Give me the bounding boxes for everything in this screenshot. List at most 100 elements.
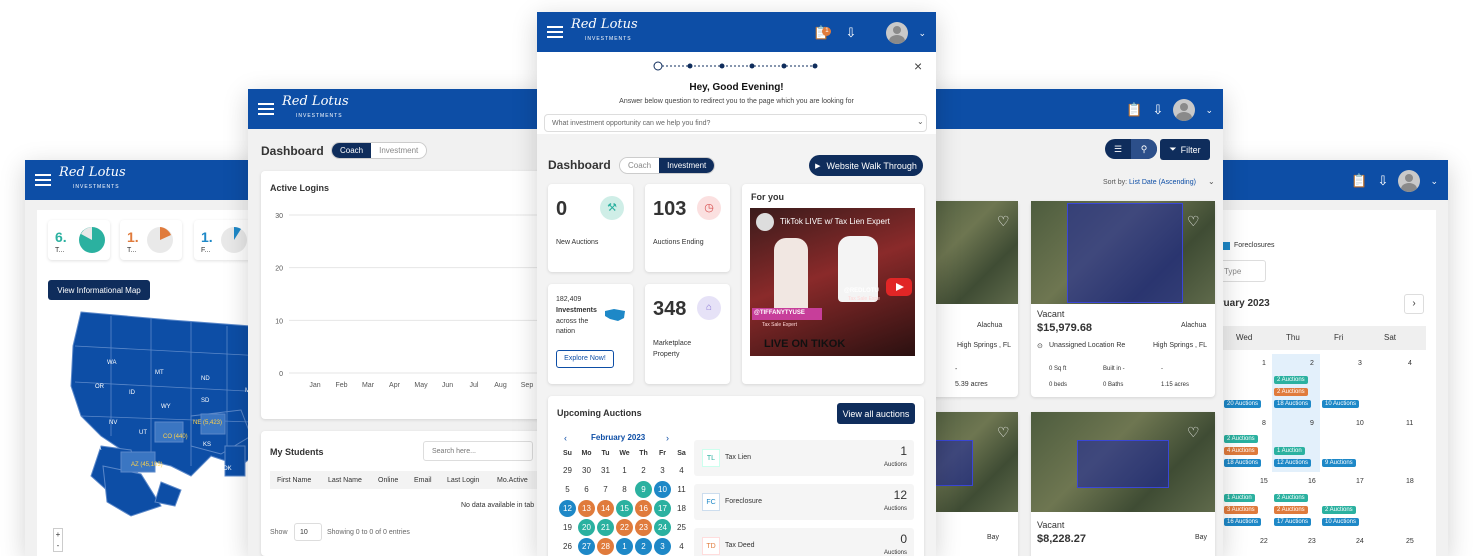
- property-card[interactable]: ♡ Vacant $15,979.68 Alachua ⊙ Unassigned…: [1031, 201, 1215, 397]
- auction-chip[interactable]: 2 Auctions: [1274, 506, 1308, 514]
- property-card[interactable]: ♡ Alachua High Springs , FL - 5.39 acres: [925, 201, 1018, 397]
- column-header[interactable]: First Name: [277, 477, 311, 484]
- calendar-date[interactable]: 24: [1356, 538, 1364, 545]
- list-view-icon[interactable]: ☰: [1105, 139, 1131, 159]
- auction-chip[interactable]: 17 Auctions: [1274, 518, 1312, 526]
- toggle-investment[interactable]: Investment: [371, 143, 427, 158]
- calendar-date[interactable]: 25: [673, 519, 690, 536]
- toggle-coach[interactable]: Coach: [332, 143, 372, 158]
- auction-chip[interactable]: 3 Auctions: [1224, 506, 1258, 514]
- calendar-date[interactable]: 18: [673, 500, 690, 517]
- menu-icon[interactable]: [258, 103, 274, 115]
- state-label[interactable]: OR: [95, 384, 104, 390]
- calendar-date[interactable]: 1: [1262, 360, 1266, 367]
- calendar-date[interactable]: 4: [1408, 360, 1412, 367]
- column-header[interactable]: Mo.Active: [497, 477, 528, 484]
- calendar-date[interactable]: 15: [1260, 478, 1268, 485]
- state-label[interactable]: ND: [201, 376, 210, 382]
- auction-chip[interactable]: 20 Auctions: [1224, 400, 1262, 408]
- property-card[interactable]: ♡ Bay: [925, 412, 1018, 556]
- calendar-date[interactable]: 23: [635, 519, 652, 536]
- page-size-select[interactable]: 10: [294, 523, 322, 541]
- auction-chip[interactable]: 1 Auction: [1224, 494, 1255, 502]
- menu-icon[interactable]: [35, 174, 51, 186]
- next-month-button[interactable]: ›: [666, 433, 669, 443]
- auction-chip[interactable]: 2 Auctions: [1322, 506, 1356, 514]
- calendar-date[interactable]: 12: [559, 500, 576, 517]
- auction-chip[interactable]: 12 Auctions: [1274, 459, 1312, 467]
- calendar-date[interactable]: 16: [635, 500, 652, 517]
- calendar-date[interactable]: 27: [578, 538, 595, 555]
- clipboard-icon[interactable]: 📋: [1351, 173, 1367, 189]
- walkthrough-button[interactable]: ▶ Website Walk Through: [809, 155, 923, 176]
- calendar-date[interactable]: 21: [597, 519, 614, 536]
- calendar-date[interactable]: 17: [654, 500, 671, 517]
- auction-chip[interactable]: 1 Auction: [1274, 447, 1305, 455]
- calendar-date[interactable]: 8: [616, 481, 633, 498]
- toggle-coach[interactable]: Coach: [620, 158, 660, 173]
- state-label[interactable]: UT: [139, 430, 147, 436]
- stat-card-new-auctions[interactable]: 0 ⚒ New Auctions: [548, 184, 633, 272]
- property-card[interactable]: ♡ Vacant $8,228.27 Bay: [1031, 412, 1215, 556]
- heart-icon[interactable]: ♡: [997, 424, 1010, 441]
- state-label[interactable]: SD: [201, 398, 209, 404]
- heart-icon[interactable]: ♡: [1187, 213, 1200, 230]
- column-header[interactable]: Email: [414, 477, 432, 484]
- clipboard-icon[interactable]: 📋: [1126, 102, 1142, 118]
- calendar-date[interactable]: 16: [1308, 478, 1316, 485]
- calendar-date[interactable]: 9: [1310, 420, 1314, 427]
- stat-card-auctions-ending[interactable]: 103 ◷ Auctions Ending: [645, 184, 730, 272]
- calendar-date[interactable]: 11: [673, 481, 690, 498]
- state-label[interactable]: NV: [109, 420, 117, 426]
- calendar-date[interactable]: 5: [559, 481, 576, 498]
- auction-chip[interactable]: 2 Auctions: [1274, 376, 1308, 384]
- calendar-date[interactable]: 1: [616, 462, 633, 479]
- calendar-date[interactable]: 26: [559, 538, 576, 555]
- state-callout-co[interactable]: CO (440): [163, 434, 188, 440]
- state-label[interactable]: CA: [93, 446, 101, 452]
- download-icon[interactable]: ⇩: [1378, 173, 1389, 189]
- calendar-date[interactable]: 18: [1406, 478, 1414, 485]
- column-header[interactable]: Last Login: [447, 477, 479, 484]
- calendar-date[interactable]: 3: [1358, 360, 1362, 367]
- avatar[interactable]: [1173, 99, 1196, 121]
- auction-type-row[interactable]: TD Tax Deed 0 Auctions: [694, 528, 914, 556]
- chevron-down-icon[interactable]: ⌄: [918, 28, 926, 39]
- view-all-auctions-button[interactable]: View all auctions: [837, 403, 915, 424]
- state-label[interactable]: AK: [109, 512, 117, 518]
- state-label[interactable]: WY: [161, 404, 171, 410]
- zoom-in-button[interactable]: +: [54, 529, 62, 540]
- calendar-date[interactable]: 19: [559, 519, 576, 536]
- question-select[interactable]: What investment opportunity can we help …: [544, 114, 927, 132]
- filter-button[interactable]: ⏷ Filter: [1160, 139, 1210, 160]
- calendar-date[interactable]: 10: [654, 481, 671, 498]
- calendar-date[interactable]: 30: [578, 462, 595, 479]
- heart-icon[interactable]: ♡: [1187, 424, 1200, 441]
- download-icon[interactable]: ⇩: [1153, 102, 1164, 118]
- column-header[interactable]: Last Name: [328, 477, 362, 484]
- calendar-date[interactable]: 31: [597, 462, 614, 479]
- map-view-icon[interactable]: ⚲: [1131, 139, 1157, 159]
- close-icon[interactable]: ×: [914, 58, 922, 74]
- calendar-date[interactable]: 6: [578, 481, 595, 498]
- calendar-date[interactable]: 2: [635, 462, 652, 479]
- auction-type-row[interactable]: FC Foreclosure 12 Auctions: [694, 484, 914, 520]
- download-icon[interactable]: ⇩: [846, 25, 857, 41]
- auction-chip[interactable]: 2 Auctions: [1274, 494, 1308, 502]
- sort-select[interactable]: List Date (Ascending): [1129, 179, 1196, 186]
- auction-chip[interactable]: 4 Auctions: [1224, 447, 1258, 455]
- auction-chip[interactable]: 9 Auctions: [1322, 459, 1356, 467]
- calendar-date[interactable]: 13: [578, 500, 595, 517]
- calendar-date[interactable]: 23: [1308, 538, 1316, 545]
- menu-icon[interactable]: [547, 26, 563, 38]
- auction-chip[interactable]: 2 Auctions: [1274, 388, 1308, 396]
- avatar[interactable]: [1398, 170, 1421, 192]
- calendar-date[interactable]: 22: [1260, 538, 1268, 545]
- prev-month-button[interactable]: ‹: [564, 433, 567, 443]
- calendar-date[interactable]: 15: [616, 500, 633, 517]
- auction-chip[interactable]: 10 Auctions: [1322, 400, 1360, 408]
- search-input[interactable]: Search here...: [423, 441, 533, 461]
- next-month-button[interactable]: ›: [1404, 294, 1424, 314]
- calendar-date[interactable]: 22: [616, 519, 633, 536]
- calendar-date[interactable]: 10: [1356, 420, 1364, 427]
